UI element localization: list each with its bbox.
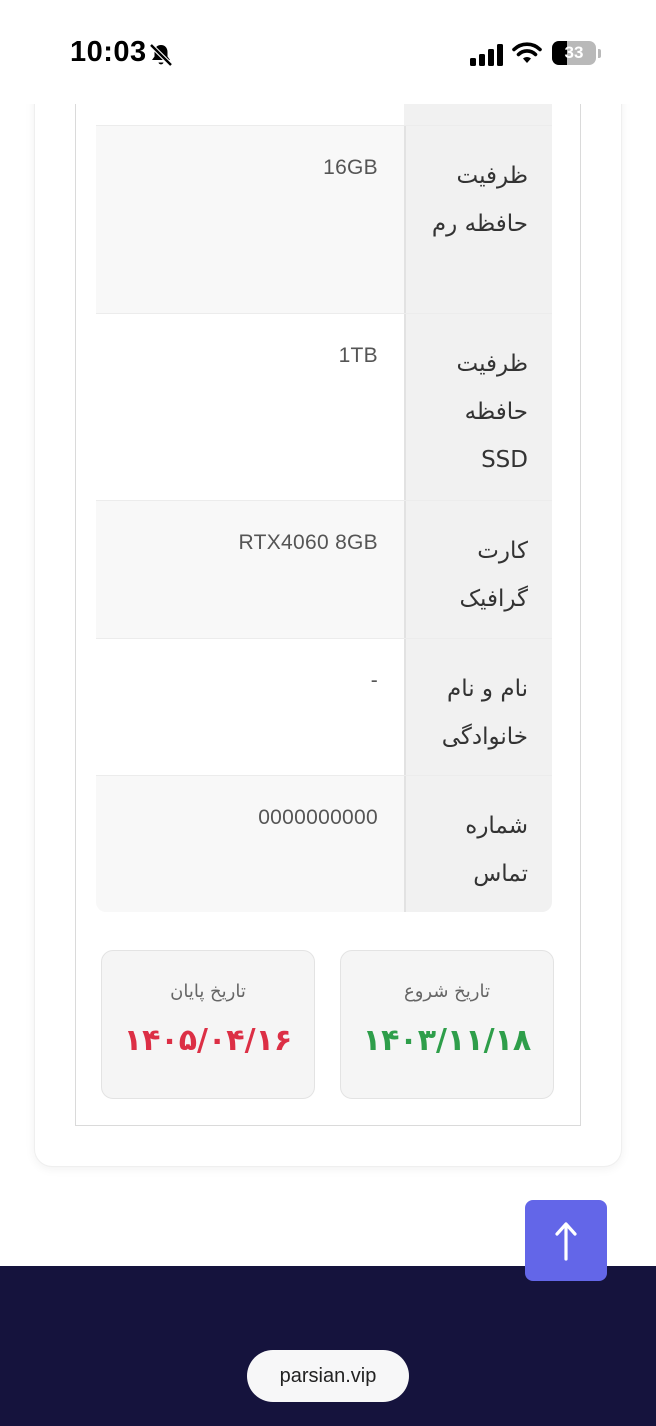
spec-value-cell: -	[96, 639, 404, 775]
spec-label-cell: ظرفیت حافظه رم	[404, 126, 552, 313]
spec-value: 0000000000	[258, 806, 378, 829]
end-date-value: ۱۴۰۵/۰۴/۱۶	[123, 1023, 293, 1058]
spec-label: کارت گرافیک	[459, 538, 528, 612]
scroll-to-top-button[interactable]	[525, 1200, 607, 1281]
spec-label-cell: شماره تماس	[404, 776, 552, 912]
table-top-value-cell	[96, 104, 404, 126]
end-date-title: تاریخ پایان	[170, 981, 246, 1002]
spec-value-cell: 0000000000	[96, 776, 404, 912]
battery-level: 33	[564, 43, 584, 62]
spec-value: -	[370, 669, 378, 692]
table-top-label-cell	[404, 104, 552, 126]
arrow-up-icon	[555, 1221, 577, 1261]
spec-label-cell: کارت گرافیک	[404, 501, 552, 638]
spec-value: 16GB	[323, 156, 378, 179]
battery-nub	[598, 49, 601, 58]
spec-label: ظرفیت حافظه SSD	[456, 351, 528, 473]
wifi-icon	[512, 42, 542, 63]
table-row: 16GB ظرفیت حافظه رم	[96, 125, 552, 313]
table-row: - نام و نام خانوادگی	[96, 638, 552, 775]
footer	[0, 1266, 656, 1426]
status-bar: 10:03 33	[0, 0, 656, 104]
spec-label: نام و نام خانوادگی	[441, 676, 528, 750]
spec-value-cell: RTX4060 8GB	[96, 501, 404, 638]
spec-label: ظرفیت حافظه رم	[431, 163, 528, 237]
spec-label: شماره تماس	[465, 813, 528, 887]
spec-label-cell: ظرفیت حافظه SSD	[404, 314, 552, 500]
start-date-box: تاریخ شروع ۱۴۰۳/۱۱/۱۸	[340, 950, 554, 1099]
status-time: 10:03	[70, 36, 147, 68]
table-row: 1TB ظرفیت حافظه SSD	[96, 313, 552, 500]
start-date-value: ۱۴۰۳/۱۱/۱۸	[362, 1023, 532, 1058]
table-row: 0000000000 شماره تماس	[96, 775, 552, 912]
start-date-title: تاریخ شروع	[404, 981, 490, 1002]
table-row: RTX4060 8GB کارت گرافیک	[96, 500, 552, 638]
spec-value-cell: 16GB	[96, 126, 404, 313]
bell-muted-icon	[149, 43, 173, 67]
site-url-pill[interactable]: parsian.vip	[247, 1350, 409, 1402]
spec-label-cell: نام و نام خانوادگی	[404, 639, 552, 775]
spec-value-cell: 1TB	[96, 314, 404, 500]
battery-icon: 33	[552, 41, 596, 65]
signal-icon	[470, 44, 503, 66]
spec-value: 1TB	[338, 344, 378, 367]
spec-value: RTX4060 8GB	[238, 531, 378, 554]
end-date-box: تاریخ پایان ۱۴۰۵/۰۴/۱۶	[101, 950, 315, 1099]
